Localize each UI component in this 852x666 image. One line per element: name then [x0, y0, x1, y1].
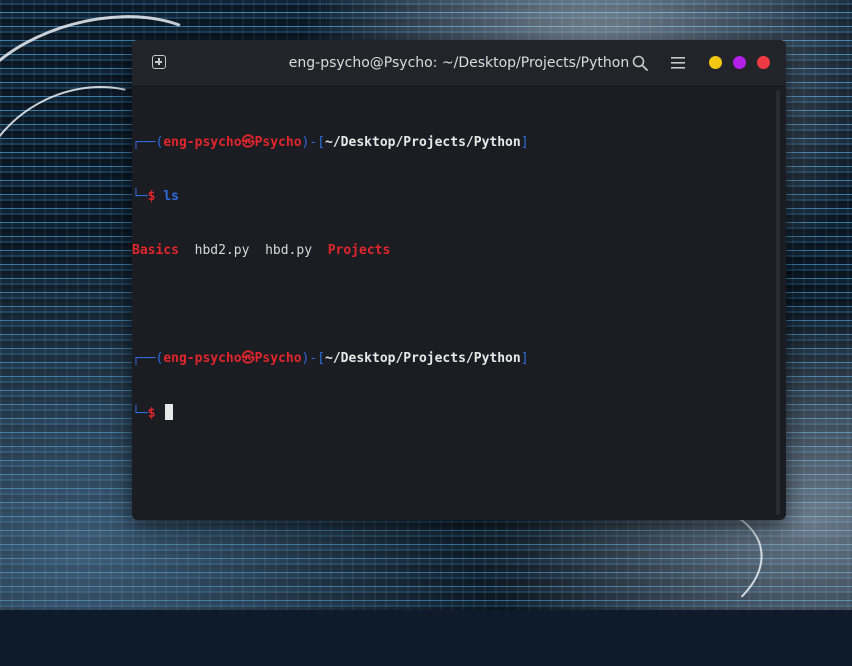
prompt-user-host: eng-psycho㉿Psycho — [163, 135, 302, 150]
minimize-button[interactable] — [709, 56, 722, 69]
hamburger-menu-icon[interactable] — [671, 56, 685, 70]
prompt-symbol: $ — [147, 406, 156, 421]
prompt-separator: )-[ — [301, 351, 326, 366]
ls-output-line: Basics hbd2.py hbd.py Projects — [132, 242, 772, 260]
title-bar[interactable]: eng-psycho@Psycho: ~/Desktop/Projects/Py… — [132, 40, 786, 87]
window-title: eng-psycho@Psycho: ~/Desktop/Projects/Py… — [288, 55, 630, 71]
prompt-corner: └─ — [132, 189, 148, 204]
scrollbar[interactable] — [776, 90, 780, 515]
terminal-window[interactable]: eng-psycho@Psycho: ~/Desktop/Projects/Py… — [132, 40, 786, 520]
prompt-path: ~/Desktop/Projects/Python — [325, 351, 521, 366]
prompt-line-top: ┌──(eng-psycho㉿Psycho)-[~/Desktop/Projec… — [132, 134, 772, 152]
command-text: ls — [155, 189, 179, 204]
prompt-bracket: ] — [520, 351, 529, 366]
prompt-corner: ┌──( — [132, 351, 164, 366]
input-line[interactable]: └─$ — [132, 404, 772, 422]
file-entry: hbd.py — [265, 243, 313, 258]
prompt-line-top: ┌──(eng-psycho㉿Psycho)-[~/Desktop/Projec… — [132, 350, 772, 368]
prompt-corner: ┌──( — [132, 135, 164, 150]
search-icon[interactable] — [632, 55, 648, 71]
dir-entry: Projects — [327, 243, 391, 258]
text-cursor — [165, 404, 174, 420]
maximize-button[interactable] — [733, 56, 746, 69]
close-button[interactable] — [757, 56, 770, 69]
prompt-separator: )-[ — [301, 135, 326, 150]
terminal-output[interactable]: ┌──(eng-psycho㉿Psycho)-[~/Desktop/Projec… — [132, 98, 772, 458]
command-line: └─$ ls — [132, 188, 772, 206]
prompt-corner: └─ — [132, 406, 148, 421]
dir-entry: Basics — [132, 243, 179, 258]
prompt-bracket: ] — [520, 135, 529, 150]
prompt-user-host: eng-psycho㉿Psycho — [163, 351, 302, 366]
prompt-path: ~/Desktop/Projects/Python — [325, 135, 521, 150]
file-entry: hbd2.py — [194, 243, 250, 258]
